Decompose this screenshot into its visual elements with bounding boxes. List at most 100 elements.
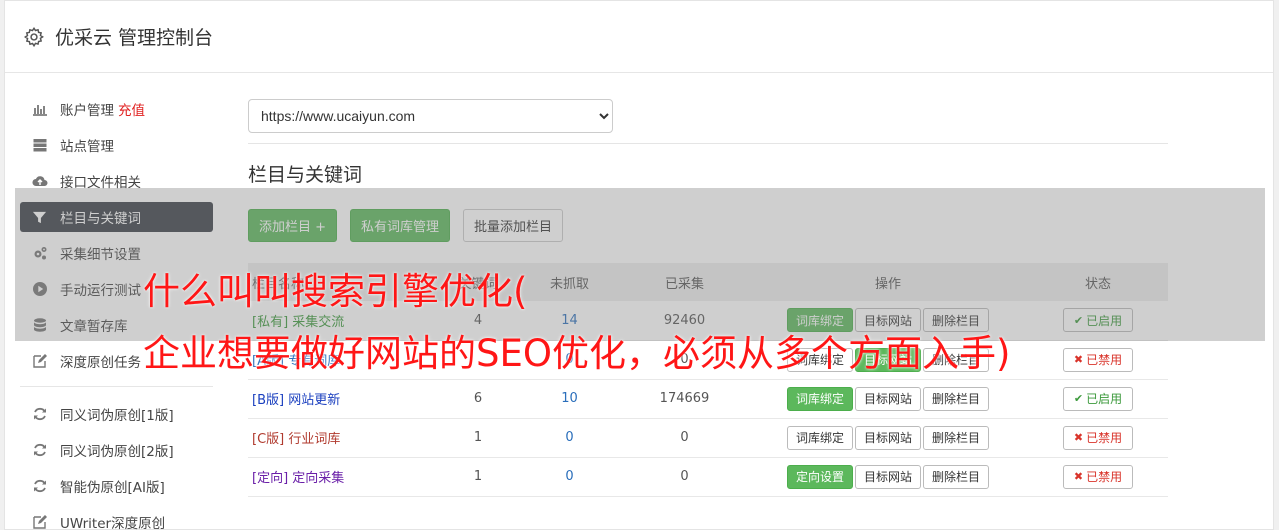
sidebar-item-label: 智能伪原创[AI版] — [60, 480, 165, 496]
top-bar: 优采云 管理控制台 — [5, 1, 1273, 73]
column-name[interactable]: 网站更新 — [288, 393, 340, 408]
status-toggle[interactable]: ✖ 已禁用 — [1062, 347, 1134, 372]
status-label: 已启用 — [1086, 313, 1123, 328]
recharge-link[interactable]: 充值 — [118, 99, 145, 119]
status-cell: ✖ 已禁用 — [1028, 340, 1168, 379]
column-name[interactable]: 定向采集 — [292, 471, 344, 486]
delete-column-button[interactable]: 删除栏目 — [923, 386, 990, 411]
site-select[interactable]: https://www.ucaiyun.com — [248, 99, 613, 133]
sidebar-item-synonym-v1[interactable]: 同义词伪原创[1版] — [20, 399, 213, 429]
refresh-icon — [31, 478, 48, 495]
target-site-button[interactable]: 目标网站 — [854, 464, 921, 489]
sidebar-item-account[interactable]: 账户管理 充值 — [20, 94, 213, 124]
add-column-button[interactable]: 添加栏目 + — [248, 209, 338, 242]
sidebar-item-label: 栏目与关键词 — [60, 211, 141, 227]
batch-add-button[interactable]: 批量添加栏目 — [463, 209, 564, 242]
sidebar-item-label: 采集细节设置 — [60, 247, 141, 263]
table-body: [私有] 采集交流 4 14 92460 词库绑定 目标网站 删除栏目 ✔ 已启用 [A版] 专有… — [248, 301, 1168, 496]
column-name-cell: [定向] 定向采集 — [248, 457, 438, 496]
sidebar-item-label: 接口文件相关 — [60, 175, 141, 191]
headline-line-1: 什么叫叫搜索引擎优化( — [143, 270, 528, 313]
status-cell: ✖ 已禁用 — [1028, 457, 1168, 496]
table-row: [B版] 网站更新 6 10 174669 词库绑定 目标网站 删除栏目 ✔ 已启用 — [248, 379, 1168, 418]
column-tag: [私有] — [252, 314, 289, 330]
delete-column-button[interactable]: 删除栏目 — [923, 308, 990, 333]
unfetched-count[interactable]: 0 — [518, 457, 621, 496]
status-toggle[interactable]: ✔ 已启用 — [1062, 386, 1134, 411]
target-site-button[interactable]: 目标网站 — [854, 308, 921, 333]
delete-column-button[interactable]: 删除栏目 — [923, 425, 990, 450]
cross-icon: ✖ — [1073, 470, 1084, 483]
keyword-count: 1 — [473, 469, 483, 484]
check-icon: ✔ — [1073, 392, 1084, 405]
edit-icon — [31, 353, 48, 370]
lexicon-bind-button[interactable]: 定向设置 — [786, 464, 853, 489]
cross-icon: ✖ — [1073, 431, 1084, 444]
sidebar-item-label: 深度原创任务 — [60, 355, 141, 371]
check-icon: ✔ — [1073, 313, 1084, 327]
filter-icon — [31, 209, 48, 226]
sidebar-item-collect-settings[interactable]: 采集细节设置 — [20, 238, 213, 268]
cross-icon: ✖ — [1073, 353, 1084, 366]
play-circle-icon — [31, 281, 48, 298]
lexicon-bind-button[interactable]: 词库绑定 — [786, 425, 853, 450]
status-toggle[interactable]: ✔ 已启用 — [1062, 308, 1134, 333]
column-name[interactable]: 采集交流 — [292, 315, 344, 330]
status-cell: ✖ 已禁用 — [1028, 418, 1168, 457]
edit-icon — [31, 514, 48, 530]
sidebar-item-ai-rewrite[interactable]: 智能伪原创[AI版] — [20, 471, 213, 501]
cogs-icon — [31, 245, 48, 262]
sidebar-item-synonym-v2[interactable]: 同义词伪原创[2版] — [20, 435, 213, 465]
column-name-cell: [B版] 网站更新 — [248, 379, 438, 418]
sidebar-item-label: UWriter深度原创 — [60, 516, 166, 530]
status-label: 已禁用 — [1086, 353, 1123, 367]
actions-cell: 定向设置 目标网站 删除栏目 — [748, 457, 1028, 496]
private-lib-button[interactable]: 私有词库管理 — [350, 209, 451, 242]
target-site-button[interactable]: 目标网站 — [854, 386, 921, 411]
status-toggle[interactable]: ✖ 已禁用 — [1062, 425, 1134, 450]
header-actions: 操作 — [874, 276, 901, 292]
table-row: [C版] 行业词库 1 0 0 词库绑定 目标网站 删除栏目 ✖ 已禁用 — [248, 418, 1168, 457]
sidebar-item-interface[interactable]: 接口文件相关 — [20, 166, 213, 196]
unfetched-count[interactable]: 0 — [518, 418, 621, 457]
server-icon — [31, 137, 48, 154]
sidebar-divider — [20, 386, 213, 387]
app-title: 优采云 管理控制台 — [55, 27, 214, 49]
actions-cell: 词库绑定 目标网站 删除栏目 — [748, 418, 1028, 457]
column-name-cell: [C版] 行业词库 — [248, 418, 438, 457]
header-status: 状态 — [1084, 276, 1111, 292]
sidebar-item-label: 站点管理 — [60, 139, 114, 155]
refresh-icon — [31, 406, 48, 423]
section-divider — [248, 143, 1168, 144]
lexicon-bind-button[interactable]: 词库绑定 — [786, 308, 853, 333]
target-site-button[interactable]: 目标网站 — [854, 425, 921, 450]
sidebar-item-label: 手动运行测试 — [60, 283, 141, 299]
table-row: [定向] 定向采集 1 0 0 定向设置 目标网站 删除栏目 ✖ 已禁用 — [248, 457, 1168, 496]
status-toggle[interactable]: ✖ 已禁用 — [1062, 464, 1134, 489]
sidebar-item-label: 同义词伪原创[2版] — [60, 444, 174, 460]
actions-cell: 词库绑定 目标网站 删除栏目 — [748, 379, 1028, 418]
sidebar-item-label: 账户管理 — [60, 103, 114, 119]
section-title: 栏目与关键词 — [248, 164, 363, 186]
collected-count: 0 — [680, 430, 689, 445]
status-label: 已启用 — [1086, 392, 1123, 406]
unfetched-count[interactable]: 10 — [518, 379, 621, 418]
status-label: 已禁用 — [1086, 470, 1123, 484]
keyword-count: 6 — [473, 391, 483, 406]
collected-count: 174669 — [659, 391, 710, 406]
sidebar-item-columns-keywords[interactable]: 栏目与关键词 — [20, 202, 213, 232]
column-name[interactable]: 行业词库 — [288, 432, 340, 447]
column-tag: [定向] — [252, 471, 289, 486]
cloud-upload-icon — [31, 173, 48, 190]
gear-icon — [23, 26, 44, 47]
sidebar-item-sites[interactable]: 站点管理 — [20, 130, 213, 160]
column-tag: [B版] — [252, 393, 285, 408]
lexicon-bind-button[interactable]: 词库绑定 — [786, 386, 853, 411]
header-unfetched: 未抓取 — [549, 276, 589, 292]
column-tag: [C版] — [252, 432, 285, 447]
sidebar-item-uwriter[interactable]: UWriter深度原创 — [20, 507, 213, 530]
delete-column-button[interactable]: 删除栏目 — [923, 464, 990, 489]
status-label: 已禁用 — [1086, 431, 1123, 445]
action-buttons: 添加栏目 + 私有词库管理 批量添加栏目 — [248, 209, 1168, 242]
header-collected: 已采集 — [664, 276, 704, 292]
